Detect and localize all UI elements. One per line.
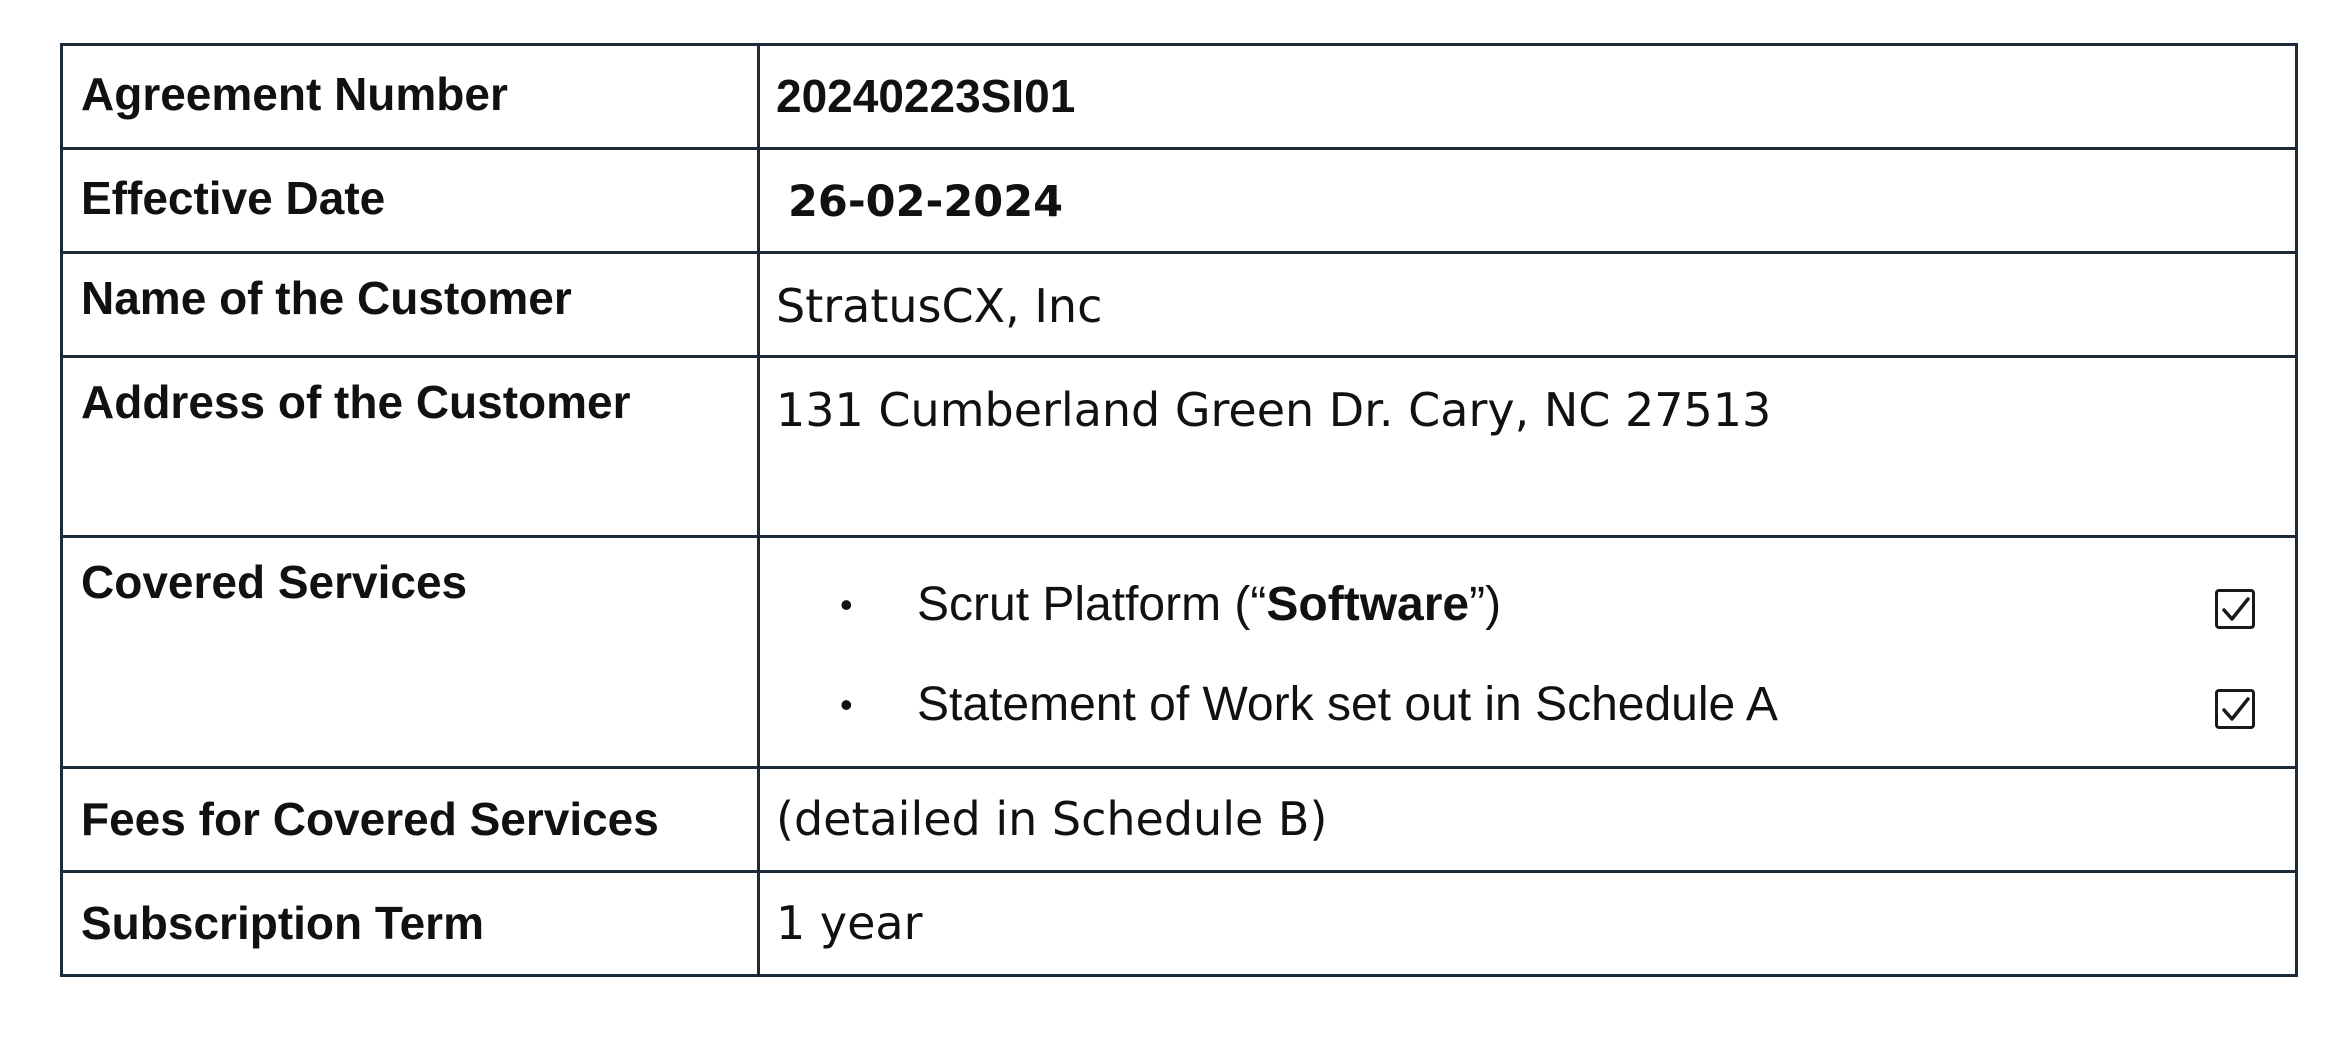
agreement-number-value: 20240223SI01	[776, 70, 1076, 122]
customer-address-label-cell: Address of the Customer	[60, 355, 760, 538]
subscription-term-label: Subscription Term	[81, 897, 484, 949]
service-item-statement-of-work: • Statement of Work set out in Schedule …	[760, 675, 2295, 735]
effective-date-label: Effective Date	[81, 172, 386, 224]
subscription-term-label-cell: Subscription Term	[60, 870, 760, 977]
service-item-software: • Scrut Platform (“Software”)	[760, 575, 2295, 635]
agreement-number-value-cell: 20240223SI01	[757, 43, 2298, 150]
bullet-icon: •	[840, 584, 853, 625]
customer-name-label-cell: Name of the Customer	[60, 251, 760, 358]
subscription-term-value-cell: 1 year	[757, 870, 2298, 977]
checkbox-checked-icon[interactable]	[2215, 589, 2255, 629]
fees-label-cell: Fees for Covered Services	[60, 766, 760, 873]
effective-date-label-cell: Effective Date	[60, 147, 760, 254]
bullet-icon: •	[840, 684, 853, 725]
checkbox-checked-icon[interactable]	[2215, 689, 2255, 729]
customer-address-label: Address of the Customer	[81, 376, 631, 428]
effective-date-value-cell: 26-02-2024	[757, 147, 2298, 254]
customer-name-value-cell: StratusCX, Inc	[757, 251, 2298, 358]
agreement-number-label-cell: Agreement Number	[60, 43, 760, 150]
fees-value: (detailed in Schedule B)	[776, 792, 1328, 846]
customer-name-value: StratusCX, Inc	[776, 279, 1103, 333]
table-row-customer-name: Name of the Customer StratusCX, Inc	[60, 251, 2298, 358]
table-row-covered-services: Covered Services • Scrut Platform (“Soft…	[60, 535, 2298, 769]
customer-address-value-cell: 131 Cumberland Green Dr. Cary, NC 27513	[757, 355, 2298, 538]
covered-services-value-cell: • Scrut Platform (“Software”) • Statemen…	[757, 535, 2298, 769]
table-row-effective-date: Effective Date 26-02-2024	[60, 147, 2298, 254]
customer-address-value: 131 Cumberland Green Dr. Cary, NC 27513	[776, 383, 1772, 437]
customer-name-label: Name of the Customer	[81, 272, 572, 324]
fees-label: Fees for Covered Services	[81, 793, 659, 845]
effective-date-value: 26-02-2024	[788, 177, 1064, 227]
table-row-subscription-term: Subscription Term 1 year	[60, 870, 2298, 977]
service-item-label: Statement of Work set out in Schedule A	[917, 678, 1778, 731]
agreement-number-label: Agreement Number	[81, 68, 508, 120]
fees-value-cell: (detailed in Schedule B)	[757, 766, 2298, 873]
covered-services-label: Covered Services	[81, 556, 468, 608]
table-row-customer-address: Address of the Customer 131 Cumberland G…	[60, 355, 2298, 538]
service-item-label: Scrut Platform (“Software”)	[917, 578, 1502, 631]
subscription-term-value: 1 year	[776, 896, 923, 950]
table-row-fees: Fees for Covered Services (detailed in S…	[60, 766, 2298, 873]
agreement-table: Agreement Number 20240223SI01 Effective …	[60, 43, 2298, 977]
covered-services-label-cell: Covered Services	[60, 535, 760, 769]
table-row-agreement-number: Agreement Number 20240223SI01	[60, 43, 2298, 150]
